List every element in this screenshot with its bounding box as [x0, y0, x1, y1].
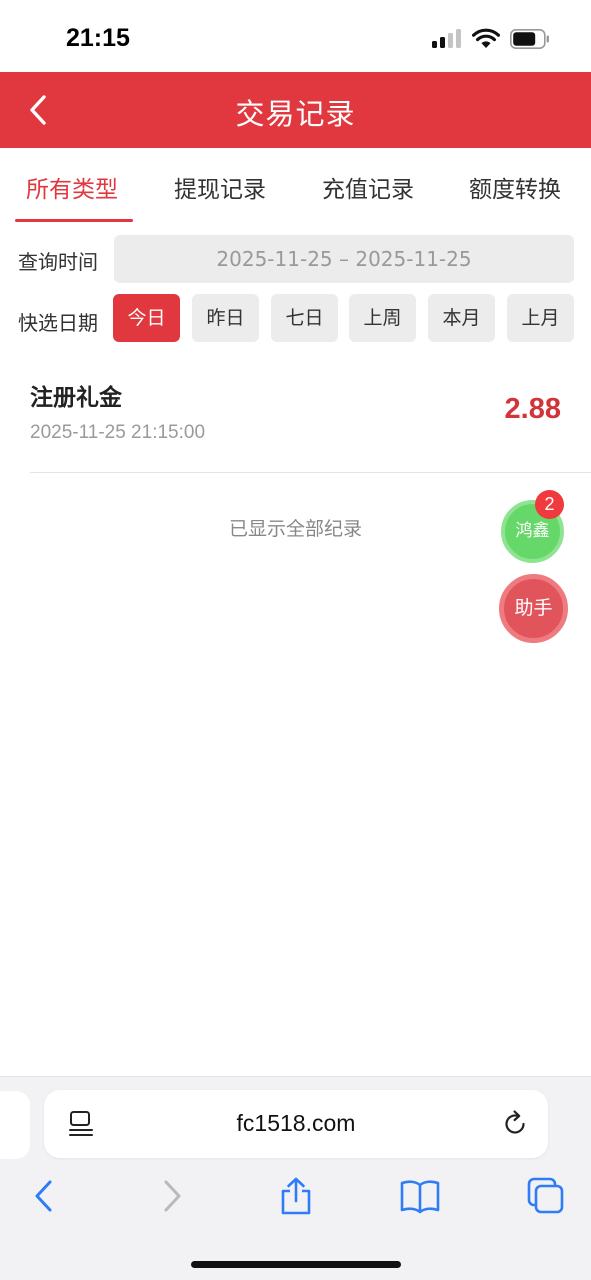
url-text: fc1518.com [236, 1110, 356, 1136]
notification-badge: 2 [535, 490, 564, 519]
address-bar[interactable]: fc1518.com [44, 1090, 548, 1158]
transaction-record[interactable]: 注册礼金 2025-11-25 21:15:00 2.88 [30, 365, 591, 473]
quick-yesterday-button[interactable]: 昨日 [192, 294, 259, 342]
quick-this-month-button[interactable]: 本月 [428, 294, 495, 342]
status-time: 21:15 [66, 24, 130, 52]
active-tab-indicator [15, 219, 133, 222]
query-time-label: 查询时间 [18, 250, 98, 274]
share-icon[interactable] [274, 1176, 318, 1216]
quick-date-label: 快选日期 [18, 311, 98, 335]
record-title: 注册礼金 [30, 385, 122, 411]
home-indicator [191, 1261, 401, 1268]
tabs-overview-icon[interactable] [523, 1176, 567, 1216]
status-bar: 21:15 [0, 0, 591, 72]
wifi-icon [472, 28, 500, 48]
previous-tab-peek[interactable] [0, 1091, 30, 1159]
bookmarks-icon[interactable] [398, 1176, 442, 1216]
app-header: 交易记录 [0, 72, 591, 148]
record-amount: 2.88 [504, 393, 561, 425]
browser-back-icon[interactable] [22, 1176, 66, 1216]
quick-today-button[interactable]: 今日 [113, 294, 180, 342]
reload-icon[interactable] [500, 1109, 530, 1139]
tab-all-types[interactable]: 所有类型 [26, 170, 118, 204]
tab-withdraw-records[interactable]: 提现记录 [174, 170, 266, 204]
battery-icon [510, 29, 549, 49]
quick-seven-days-button[interactable]: 七日 [271, 294, 338, 342]
browser-forward-icon[interactable] [150, 1176, 194, 1216]
type-tabs: 所有类型 提现记录 充值记录 额度转换 [0, 148, 591, 224]
quick-last-month-button[interactable]: 上月 [507, 294, 574, 342]
page-title: 交易记录 [235, 97, 356, 131]
assistant-float-button[interactable]: 助手 [499, 574, 568, 643]
tab-credit-transfer[interactable]: 额度转换 [469, 170, 561, 204]
record-time: 2025-11-25 21:15:00 [30, 422, 206, 443]
quick-last-week-button[interactable]: 上周 [349, 294, 416, 342]
cellular-signal-icon [432, 28, 462, 48]
tab-deposit-records[interactable]: 充值记录 [322, 170, 414, 204]
date-range-picker[interactable]: 2025-11-25 – 2025-11-25 [114, 235, 574, 283]
